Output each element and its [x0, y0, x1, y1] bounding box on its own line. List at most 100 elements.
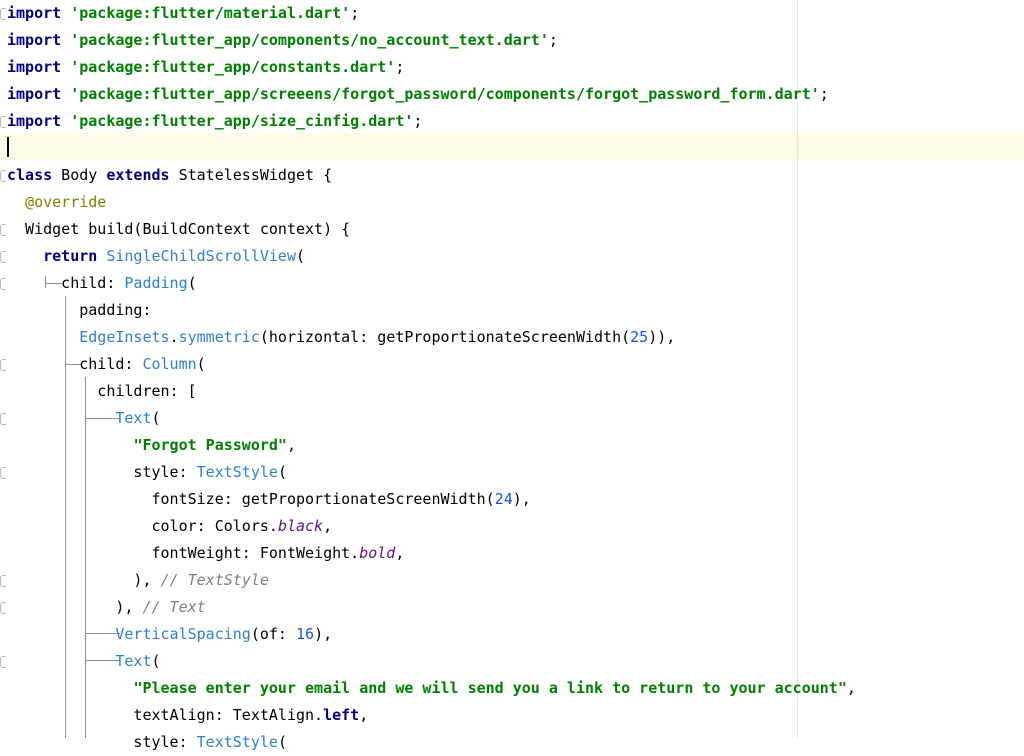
- code-token: bold: [359, 544, 396, 562]
- text-caret: [7, 137, 9, 157]
- code-token: textAlign: TextAlign.: [7, 706, 324, 724]
- code-token: ,: [323, 517, 333, 535]
- code-token: StatelessWidget {: [169, 166, 333, 184]
- code-token: symmetric: [178, 328, 260, 346]
- code-token: VerticalSpacing: [115, 625, 251, 643]
- code-line[interactable]: "Please enter your email and we will sen…: [7, 675, 856, 702]
- code-token: extends: [106, 166, 170, 184]
- code-token: ;: [413, 112, 423, 130]
- code-line[interactable]: style: TextStyle(: [7, 729, 287, 756]
- code-token: ;: [395, 58, 405, 76]
- code-token: fontSize: getProportionateScreenWidth(: [7, 490, 495, 508]
- code-line[interactable]: fontWeight: FontWeight.bold,: [7, 540, 404, 567]
- code-token: (horizontal: getProportionateScreenWidth…: [259, 328, 631, 346]
- code-line[interactable]: class Body extends StatelessWidget {: [7, 162, 332, 189]
- code-token: "Forgot Password": [133, 436, 287, 454]
- code-token: 16: [296, 625, 315, 643]
- code-line[interactable]: @override: [7, 189, 106, 216]
- code-line[interactable]: textAlign: TextAlign.left,: [7, 702, 368, 729]
- code-line[interactable]: import 'package:flutter/material.dart';: [7, 0, 359, 27]
- fold-marker-icon[interactable]: [0, 656, 6, 668]
- code-token: ),: [512, 490, 531, 508]
- fold-marker-icon[interactable]: [0, 359, 6, 371]
- code-token: fontWeight: FontWeight.: [7, 544, 360, 562]
- code-line[interactable]: style: TextStyle(: [7, 459, 287, 486]
- fold-marker-icon[interactable]: [0, 413, 6, 425]
- code-line[interactable]: return SingleChildScrollView(: [7, 243, 305, 270]
- code-line[interactable]: import 'package:flutter_app/constants.da…: [7, 54, 404, 81]
- code-token: child:: [7, 274, 125, 292]
- code-token: (: [151, 652, 161, 670]
- code-line[interactable]: children: [: [7, 378, 197, 405]
- code-line[interactable]: import 'package:flutter_app/size_cinfig.…: [7, 108, 422, 135]
- code-token: 'package:flutter/material.dart': [70, 4, 351, 22]
- code-token: style:: [7, 733, 197, 751]
- fold-marker-icon[interactable]: [0, 116, 6, 128]
- code-line[interactable]: color: Colors.black,: [7, 513, 332, 540]
- code-token: ,: [846, 679, 856, 697]
- code-token: import: [7, 4, 62, 22]
- code-token: // TextStyle: [160, 571, 269, 589]
- code-token: ,: [395, 544, 405, 562]
- code-token: Widget build(BuildContext context) {: [7, 220, 351, 238]
- code-token: ),: [7, 598, 143, 616]
- fold-marker-icon[interactable]: [0, 467, 6, 479]
- code-token: ;: [819, 85, 829, 103]
- code-token: children: [: [7, 382, 197, 400]
- fold-marker-icon[interactable]: [0, 602, 6, 614]
- code-token: .: [169, 328, 179, 346]
- code-token: import: [7, 85, 62, 103]
- fold-marker-icon[interactable]: [0, 278, 6, 290]
- code-token: Text: [115, 652, 152, 670]
- fold-marker-icon[interactable]: [0, 8, 6, 20]
- code-token: ;: [548, 31, 558, 49]
- code-token: ),: [314, 625, 333, 643]
- code-token: (: [151, 409, 161, 427]
- code-token: 'package:flutter_app/size_cinfig.dart': [70, 112, 414, 130]
- code-token: import: [7, 58, 62, 76]
- code-token: style:: [7, 463, 197, 481]
- code-line[interactable]: Text(: [7, 648, 161, 675]
- code-token: ),: [7, 571, 161, 589]
- code-line[interactable]: Widget build(BuildContext context) {: [7, 216, 350, 243]
- fold-marker-icon[interactable]: [0, 251, 6, 263]
- code-token: 25: [630, 328, 649, 346]
- code-token: ,: [286, 436, 296, 454]
- code-token: Text: [115, 409, 152, 427]
- code-token: (: [196, 355, 206, 373]
- code-token: left: [323, 706, 360, 724]
- code-line[interactable]: "Forgot Password",: [7, 432, 296, 459]
- code-token: EdgeInsets: [79, 328, 170, 346]
- code-token: (of:: [250, 625, 296, 643]
- code-token: ;: [350, 4, 360, 22]
- code-line[interactable]: VerticalSpacing(of: 16),: [7, 621, 332, 648]
- code-token: (: [296, 247, 306, 265]
- code-line[interactable]: ), // Text: [7, 594, 205, 621]
- code-line[interactable]: fontSize: getProportionateScreenWidth(24…: [7, 486, 531, 513]
- code-token: Body: [52, 166, 107, 184]
- code-token: SingleChildScrollView: [106, 247, 296, 265]
- code-line[interactable]: padding:: [7, 297, 151, 324]
- fold-marker-icon[interactable]: [0, 575, 6, 587]
- code-line[interactable]: EdgeInsets.symmetric(horizontal: getProp…: [7, 324, 675, 351]
- code-line[interactable]: ), // TextStyle: [7, 567, 269, 594]
- code-line[interactable]: import 'package:flutter_app/screeens/for…: [7, 81, 829, 108]
- fold-marker-icon[interactable]: [0, 170, 6, 182]
- code-token: @override: [25, 193, 107, 211]
- code-line[interactable]: import 'package:flutter_app/components/n…: [7, 27, 558, 54]
- code-editor[interactable]: import 'package:flutter/material.dart'; i…: [0, 0, 1024, 751]
- code-token: child:: [7, 355, 143, 373]
- code-line[interactable]: child: Column(: [7, 351, 206, 378]
- code-token: class: [7, 166, 53, 184]
- code-line[interactable]: Text(: [7, 405, 161, 432]
- code-line[interactable]: child: Padding(: [7, 270, 196, 297]
- fold-marker-icon[interactable]: [0, 224, 6, 236]
